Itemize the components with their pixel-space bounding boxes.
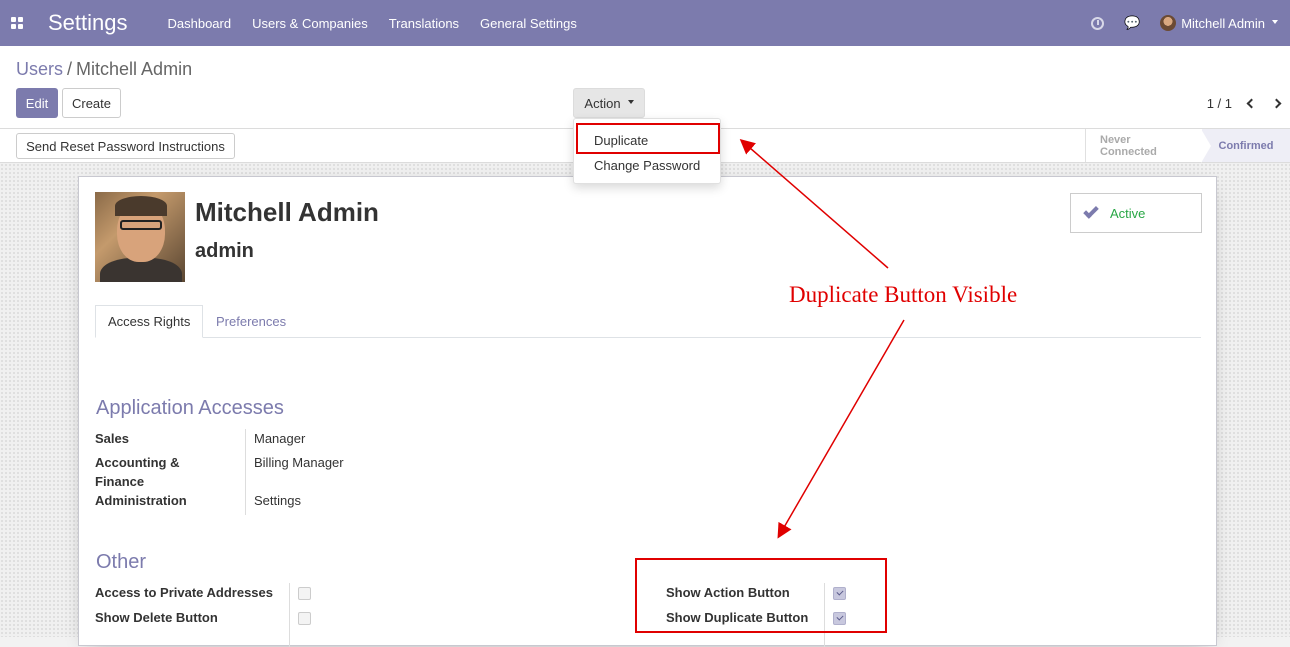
create-button[interactable]: Create xyxy=(62,88,121,118)
section-title-other: Other xyxy=(96,551,147,573)
checkbox-show-delete[interactable] xyxy=(298,612,311,625)
app-title: Settings xyxy=(48,10,128,35)
pager-value[interactable]: 1 / 1 xyxy=(1207,96,1232,111)
field-label-show-delete: Show Delete Button xyxy=(95,610,218,625)
field-label-accounting: Accounting & Finance xyxy=(95,455,180,489)
menu-translations[interactable]: Translations xyxy=(389,16,459,31)
chevron-left-icon[interactable] xyxy=(1246,98,1257,109)
apps-grid-icon[interactable] xyxy=(0,0,34,46)
menu-dashboard[interactable]: Dashboard xyxy=(168,16,232,31)
tab-access-rights[interactable]: Access Rights xyxy=(95,305,204,338)
field-value-accounting[interactable]: Billing Manager xyxy=(254,455,344,470)
record-name: Mitchell Admin xyxy=(195,197,379,227)
field-value-administration[interactable]: Settings xyxy=(254,493,301,508)
active-label: Active xyxy=(1110,205,1146,221)
notebook-tabs: Access Rights Preferences xyxy=(95,305,1201,338)
stage-never-connected: Never Connected xyxy=(1085,129,1202,162)
action-dropdown-menu: Duplicate Change Password xyxy=(573,118,721,184)
annotation-text: Duplicate Button Visible xyxy=(789,282,1018,307)
user-menu[interactable]: Mitchell Admin xyxy=(1160,15,1278,31)
separator-line xyxy=(289,583,290,647)
field-label-private-addresses: Access to Private Addresses xyxy=(95,585,274,600)
action-button[interactable]: Action xyxy=(573,88,645,118)
chevron-down-icon xyxy=(1272,20,1278,24)
clock-icon[interactable] xyxy=(1091,16,1104,30)
chat-icon[interactable]: 💬 xyxy=(1124,15,1140,31)
pager: 1 / 1 xyxy=(1207,96,1282,111)
stage-confirmed: Confirmed xyxy=(1201,129,1290,163)
section-title-application-accesses: Application Accesses xyxy=(96,397,284,419)
record-login: admin xyxy=(195,240,254,262)
menu-item-change-password[interactable]: Change Password xyxy=(594,158,700,173)
check-icon xyxy=(1083,203,1099,219)
tab-preferences[interactable]: Preferences xyxy=(204,305,298,338)
menu-general-settings[interactable]: General Settings xyxy=(480,16,577,31)
breadcrumb-separator: / xyxy=(67,59,73,79)
avatar xyxy=(1160,15,1177,31)
control-panel: Users / Mitchell Admin Edit Create Action … xyxy=(0,46,1290,129)
field-value-sales[interactable]: Manager xyxy=(254,431,305,446)
separator-line xyxy=(245,429,246,515)
field-label-sales: Sales xyxy=(95,431,129,446)
menu-users-companies[interactable]: Users & Companies xyxy=(252,16,368,31)
field-label-administration: Administration xyxy=(95,493,187,508)
user-name: Mitchell Admin xyxy=(1181,15,1265,31)
user-photo[interactable] xyxy=(95,192,185,282)
breadcrumb-current: Mitchell Admin xyxy=(76,59,193,79)
checkbox-private-addresses[interactable] xyxy=(298,587,311,600)
breadcrumb: Users / Mitchell Admin xyxy=(16,59,192,80)
navbar-systray: 💬 Mitchell Admin xyxy=(1091,0,1278,46)
chevron-right-icon[interactable] xyxy=(1271,98,1282,109)
breadcrumb-users-link[interactable]: Users xyxy=(16,59,63,79)
send-reset-password-button[interactable]: Send Reset Password Instructions xyxy=(16,133,235,159)
edit-button[interactable]: Edit xyxy=(16,88,58,118)
annotation-highlight-box xyxy=(635,558,887,633)
stage-bar: Never Connected Confirmed xyxy=(1085,129,1290,163)
action-button-label: Action xyxy=(584,95,621,111)
top-navbar: Settings Dashboard Users & Companies Tra… xyxy=(0,0,1290,46)
menu-item-duplicate[interactable]: Duplicate xyxy=(594,133,648,148)
active-toggle-button[interactable]: Active xyxy=(1070,193,1202,233)
caret-down-icon xyxy=(627,100,634,104)
